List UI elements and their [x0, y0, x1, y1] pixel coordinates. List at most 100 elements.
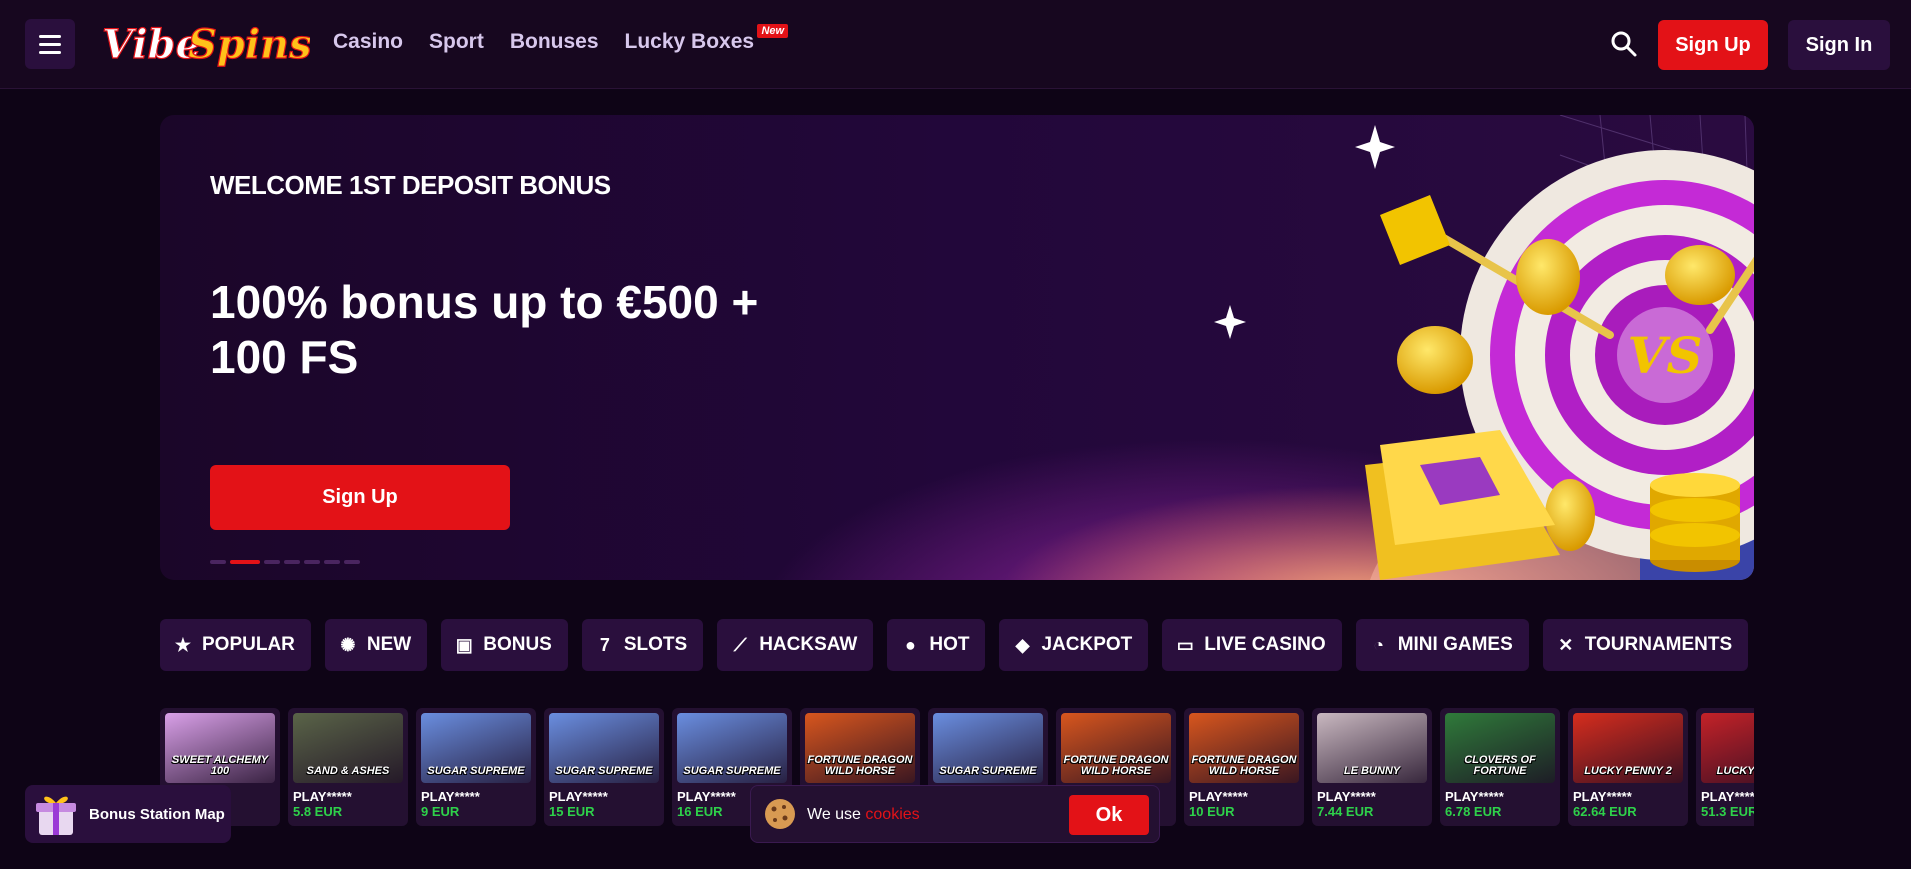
gift-icon: [36, 796, 76, 835]
game-win-amount: 62.64 EUR: [1573, 804, 1637, 819]
game-title: SUGAR SUPREME: [939, 765, 1037, 777]
game-thumbnail[interactable]: SUGAR SUPREME: [549, 713, 659, 783]
category-tabs: ★ POPULAR ✺ NEW ▣ BONUS 7 SLOTS ⟋ HACKSAW ● HOT ◆ JAC…: [160, 619, 1754, 671]
game-card[interactable]: LUCKY PENNY PLAY*****51.3 EUR: [1696, 708, 1754, 826]
category-tab-tournaments[interactable]: ✕ TOURNAMENTS: [1542, 619, 1749, 671]
new-icon: ✺: [340, 634, 356, 655]
category-tab-live-casino[interactable]: ▭ LIVE CASINO: [1162, 619, 1342, 671]
game-win-amount: 15 EUR: [549, 804, 595, 819]
game-thumbnail[interactable]: FORTUNE DRAGON WILD HORSE: [805, 713, 915, 783]
game-thumbnail[interactable]: SUGAR SUPREME: [421, 713, 531, 783]
category-tab-new[interactable]: ✺ NEW: [324, 619, 428, 671]
game-card[interactable]: LE BUNNY PLAY***** 7.44 EUR: [1312, 708, 1432, 826]
category-label: NEW: [366, 634, 412, 655]
main-nav: Casino Sport Bonuses Lucky Boxes New: [333, 24, 789, 54]
category-label: HACKSAW: [759, 634, 858, 655]
cookies-link[interactable]: cookies: [865, 806, 919, 823]
search-icon[interactable]: [1610, 30, 1638, 58]
game-card[interactable]: SAND & ASHES PLAY***** 5.8 EUR: [288, 708, 408, 826]
nav-sport[interactable]: Sport: [429, 30, 484, 54]
game-thumbnail[interactable]: CLOVERS OF FORTUNE: [1445, 713, 1555, 783]
game-title: LE BUNNY: [1343, 765, 1401, 777]
game-player: PLAY*****: [1317, 789, 1376, 804]
promo-banner[interactable]: WELCOME 1ST DEPOSIT BONUS 100% bonus up …: [160, 115, 1754, 580]
cookie-text-label: We use: [807, 806, 861, 823]
header-sign-in-button[interactable]: Sign In: [1788, 20, 1890, 70]
banner-subtitle: WELCOME 1ST DEPOSIT BONUS: [210, 170, 611, 200]
svg-text:Spins: Spins: [188, 21, 310, 68]
game-thumbnail[interactable]: SUGAR SUPREME: [933, 713, 1043, 783]
header-sign-up-button[interactable]: Sign Up: [1658, 20, 1768, 70]
slider-dot[interactable]: [304, 560, 320, 564]
banner-sign-up-button[interactable]: Sign Up: [210, 465, 510, 530]
swords-icon: ✕: [1558, 634, 1574, 655]
flame-icon: ●: [904, 634, 916, 655]
game-thumbnail[interactable]: FORTUNE DRAGON WILD HORSE: [1061, 713, 1171, 783]
game-title: CLOVERS OF FORTUNE: [1464, 754, 1536, 777]
game-card[interactable]: LUCKY PENNY 2 PLAY***** 62.64 EUR: [1568, 708, 1688, 826]
game-thumbnail[interactable]: SUGAR SUPREME: [677, 713, 787, 783]
slider-dots: [210, 560, 360, 564]
nav-bonuses[interactable]: Bonuses: [510, 30, 599, 54]
game-win-amount: 6.78 EUR: [1445, 804, 1502, 819]
game-thumbnail[interactable]: LUCKY PENNY: [1701, 713, 1754, 783]
category-tab-popular[interactable]: ★ POPULAR: [160, 619, 311, 671]
live-icon: ▭: [1176, 634, 1194, 655]
game-title: FORTUNE DRAGON WILD HORSE: [807, 754, 913, 777]
slider-dot[interactable]: [324, 560, 340, 564]
game-title: SUGAR SUPREME: [683, 765, 781, 777]
game-win-amount: 51.3 EUR: [1701, 804, 1754, 819]
game-player: PLAY*****: [549, 789, 608, 804]
diamond-icon: ◆: [1015, 634, 1030, 655]
category-label: HOT: [929, 634, 970, 655]
game-card[interactable]: FORTUNE DRAGON WILD HORSE PLAY***** 10 EUR: [1184, 708, 1304, 826]
category-tab-bonus[interactable]: ▣ BONUS: [441, 619, 568, 671]
category-label: JACKPOT: [1041, 634, 1133, 655]
site-header: Vibe Spins Casino Sport Bonuses Lucky Bo…: [0, 0, 1911, 89]
saw-icon: ⟋: [733, 634, 747, 655]
slider-dot[interactable]: [344, 560, 360, 564]
cookie-ok-button[interactable]: Ok: [1069, 795, 1149, 835]
slider-dot[interactable]: [284, 560, 300, 564]
bonus-station-label: Bonus Station Map: [89, 805, 225, 823]
game-thumbnail[interactable]: FORTUNE DRAGON WILD HORSE: [1189, 713, 1299, 783]
ticket-icon: ▣: [455, 634, 473, 655]
nav-lucky-boxes[interactable]: Lucky Boxes New: [625, 24, 789, 54]
game-win-amount: 9 EUR: [421, 804, 460, 819]
game-thumbnail[interactable]: SAND & ASHES: [293, 713, 403, 783]
category-tab-jackpot[interactable]: ◆ JACKPOT: [999, 619, 1149, 671]
category-tab-slots[interactable]: 7 SLOTS: [581, 619, 704, 671]
category-tab-hacksaw[interactable]: ⟋ HACKSAW: [717, 619, 874, 671]
game-player: PLAY*****: [1701, 789, 1754, 804]
slider-dot[interactable]: [264, 560, 280, 564]
menu-icon: [39, 35, 61, 38]
menu-icon-bar: [39, 43, 61, 46]
game-card[interactable]: SUGAR SUPREME PLAY***** 15 EUR: [544, 708, 664, 826]
game-thumbnail[interactable]: SWEET ALCHEMY 100: [165, 713, 275, 783]
category-tab-mini-games[interactable]: ◔ MINI GAMES: [1355, 619, 1529, 671]
slider-dot[interactable]: [230, 560, 260, 564]
game-card[interactable]: SUGAR SUPREME PLAY***** 9 EUR: [416, 708, 536, 826]
game-thumbnail[interactable]: LUCKY PENNY 2: [1573, 713, 1683, 783]
category-label: SLOTS: [623, 634, 688, 655]
category-tab-hot[interactable]: ● HOT: [887, 619, 986, 671]
game-title: SWEET ALCHEMY 100: [171, 754, 269, 777]
game-title: SUGAR SUPREME: [427, 765, 525, 777]
banner-title: 100% bonus up to €500 + 100 FS: [210, 276, 759, 383]
category-label: TOURNAMENTS: [1584, 634, 1733, 655]
new-badge: New: [757, 24, 789, 38]
hamburger-menu-button[interactable]: [25, 19, 75, 69]
game-card[interactable]: CLOVERS OF FORTUNE PLAY***** 6.78 EUR: [1440, 708, 1560, 826]
bonus-station-map-button[interactable]: Bonus Station Map: [25, 785, 231, 843]
game-win-amount: 10 EUR: [1189, 804, 1235, 819]
nav-casino[interactable]: Casino: [333, 30, 403, 54]
category-label: MINI GAMES: [1397, 634, 1513, 655]
game-title: LUCKY PENNY: [1716, 765, 1754, 777]
banner-art-text: VS: [1628, 326, 1703, 385]
slider-dot[interactable]: [210, 560, 226, 564]
target-illustration: VS: [1003, 115, 1754, 580]
vibe-spins-logo[interactable]: Vibe Spins: [100, 14, 310, 72]
game-thumbnail[interactable]: LE BUNNY: [1317, 713, 1427, 783]
pacman-icon: ◔: [1373, 634, 1385, 655]
category-label: BONUS: [483, 634, 552, 655]
